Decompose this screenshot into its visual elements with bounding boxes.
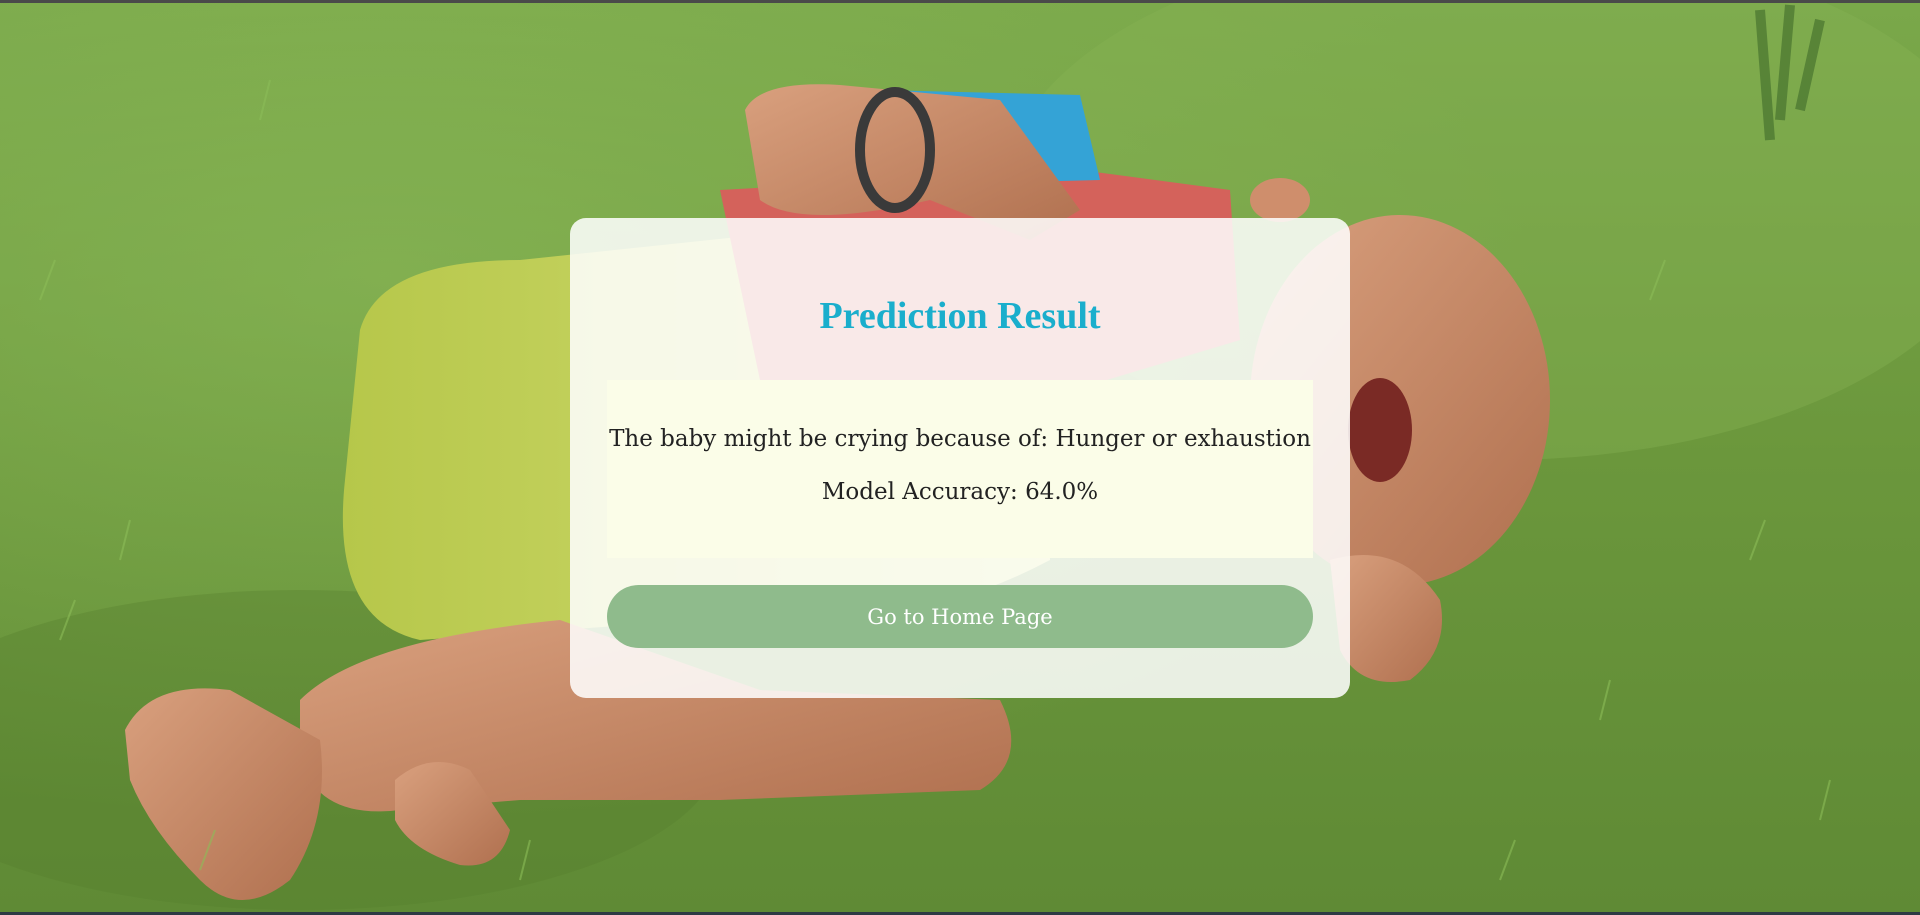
result-box: The baby might be crying because of: Hun… [607,380,1313,558]
page-title: Prediction Result [819,295,1101,337]
top-edge [0,0,1920,3]
prediction-card: Prediction Result The baby might be cryi… [570,218,1350,698]
prediction-text: The baby might be crying because of: Hun… [609,426,1311,452]
home-page-button[interactable]: Go to Home Page [607,585,1313,648]
accuracy-text: Model Accuracy: 64.0% [821,479,1099,505]
